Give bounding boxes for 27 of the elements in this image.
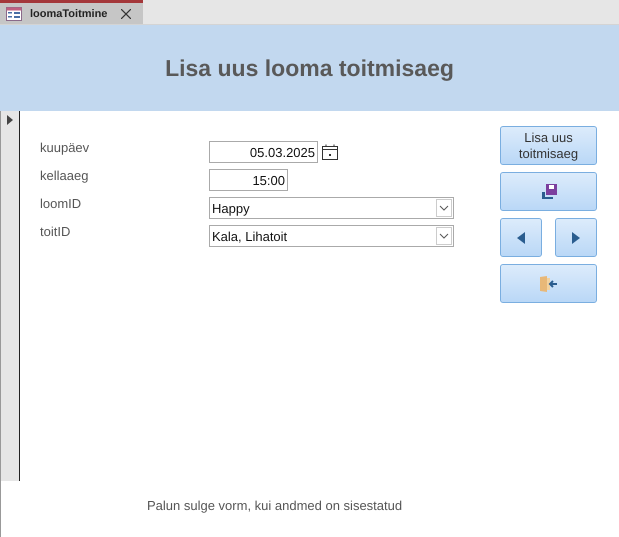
dropdown-icon[interactable]: [436, 227, 452, 245]
previous-icon: [517, 232, 525, 244]
dropdown-icon[interactable]: [436, 199, 452, 217]
next-icon: [572, 232, 580, 244]
field-label: toitID: [40, 224, 72, 239]
form-title: Lisa uus looma toitmisaeg: [165, 54, 454, 82]
record-selector[interactable]: [0, 111, 20, 481]
footer-note: Palun sulge vorm, kui andmed on sisestatud: [147, 498, 402, 514]
exit-door-icon: [540, 276, 558, 292]
combo-box[interactable]: Happy: [209, 197, 454, 219]
add-button[interactable]: Lisa uus toitmisaeg: [500, 126, 597, 165]
field-label: loomID: [40, 196, 82, 211]
field-label: kuupäev: [40, 140, 90, 155]
calendar-icon[interactable]: [322, 144, 338, 160]
current-record-icon: [7, 115, 13, 125]
save-button[interactable]: [500, 172, 597, 211]
combo-box[interactable]: Kala, Lihatoit: [209, 225, 454, 247]
next-button[interactable]: [555, 218, 597, 257]
tab-title: loomaToitmine: [30, 8, 108, 20]
close-icon[interactable]: [121, 8, 132, 18]
previous-button[interactable]: [500, 218, 542, 257]
save-icon: [540, 184, 556, 200]
document-tab[interactable]: loomaToitmine: [0, 0, 143, 24]
form-icon: [6, 6, 22, 20]
input-field[interactable]: 15:00: [209, 169, 288, 191]
input-field[interactable]: 05.03.2025: [209, 141, 318, 163]
field-label: kellaaeg: [40, 168, 90, 183]
